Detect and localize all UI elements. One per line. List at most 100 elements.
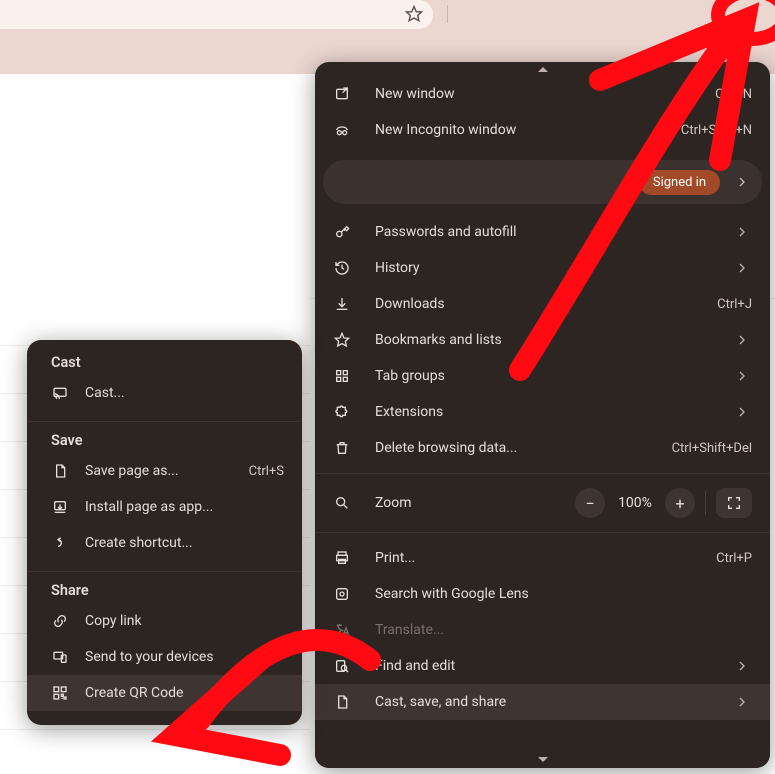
star-icon <box>331 329 353 351</box>
menu-passwords-label: Passwords and autofill <box>375 224 734 240</box>
chrome-main-menu: New window Ctrl+N New Incognito window C… <box>315 62 770 768</box>
key-icon <box>331 221 353 243</box>
submenu-save-page[interactable]: Save page as... Ctrl+S <box>27 453 302 489</box>
menu-print[interactable]: Print... Ctrl+P <box>315 540 770 576</box>
menu-delete-browsing-data[interactable]: Delete browsing data... Ctrl+Shift+Del <box>315 430 770 466</box>
zoom-value: 100% <box>611 495 659 511</box>
submenu-cast-label: Cast... <box>85 385 284 401</box>
menu-separator <box>27 571 302 572</box>
cast-save-share-submenu: Cast Cast... Save Save page as... Ctrl+S… <box>27 340 302 725</box>
menu-print-shortcut: Ctrl+P <box>716 551 752 566</box>
chrome-menu-button[interactable] <box>733 0 765 30</box>
menu-tab-groups[interactable]: Tab groups <box>315 358 770 394</box>
menu-new-incognito-shortcut: Ctrl+Shift+N <box>681 123 752 138</box>
submenu-send-to-devices[interactable]: Send to your devices <box>27 639 302 675</box>
menu-find-edit[interactable]: Find and edit <box>315 648 770 684</box>
toolbar-divider <box>447 5 448 23</box>
submenu-create-qr-code[interactable]: Create QR Code <box>27 675 302 711</box>
lens-icon <box>331 583 353 605</box>
menu-tab-groups-label: Tab groups <box>375 368 734 384</box>
menu-new-window[interactable]: New window Ctrl+N <box>315 76 770 112</box>
new-window-icon <box>331 83 353 105</box>
menu-zoom-row: Zoom − 100% + <box>315 481 770 525</box>
zoom-divider <box>705 491 706 515</box>
submenu-qr-code-label: Create QR Code <box>85 685 284 701</box>
submenu-create-shortcut[interactable]: Create shortcut... <box>27 525 302 561</box>
menu-scroll-down[interactable] <box>315 750 770 768</box>
menu-history-label: History <box>375 260 734 276</box>
menu-translate-label: Translate... <box>375 622 752 638</box>
grid-icon <box>331 365 353 387</box>
menu-lens-label: Search with Google Lens <box>375 586 752 602</box>
submenu-send-to-devices-label: Send to your devices <box>85 649 284 665</box>
chevron-right-icon <box>734 368 752 384</box>
signed-in-chip: Signed in <box>639 170 720 195</box>
menu-zoom-label: Zoom <box>375 495 575 511</box>
menu-cast-save-share[interactable]: Cast, save, and share <box>315 684 770 720</box>
menu-downloads[interactable]: Downloads Ctrl+J <box>315 286 770 322</box>
submenu-cast[interactable]: Cast... <box>27 375 302 411</box>
menu-extensions[interactable]: Extensions <box>315 394 770 430</box>
zoom-out-button[interactable]: − <box>575 488 605 518</box>
bookmark-star-icon[interactable] <box>405 5 423 23</box>
submenu-copy-link[interactable]: Copy link <box>27 603 302 639</box>
trash-icon <box>331 437 353 459</box>
chevron-right-icon <box>734 404 752 420</box>
translate-icon <box>331 619 353 641</box>
menu-scroll-up[interactable] <box>315 62 770 76</box>
fullscreen-button[interactable] <box>716 488 752 518</box>
menu-extensions-label: Extensions <box>375 404 734 420</box>
submenu-save-page-shortcut: Ctrl+S <box>249 464 284 479</box>
section-save: Save <box>27 432 302 453</box>
chevron-right-icon <box>734 260 752 276</box>
menu-history[interactable]: History <box>315 250 770 286</box>
incognito-icon <box>331 119 353 141</box>
menu-translate: Translate... <box>315 612 770 648</box>
file-share-icon <box>331 691 353 713</box>
puzzle-icon <box>331 401 353 423</box>
print-icon <box>331 547 353 569</box>
submenu-create-shortcut-label: Create shortcut... <box>85 535 284 551</box>
menu-passwords[interactable]: Passwords and autofill <box>315 214 770 250</box>
menu-new-window-shortcut: Ctrl+N <box>715 87 752 102</box>
menu-print-label: Print... <box>375 550 716 566</box>
menu-new-incognito-label: New Incognito window <box>375 122 681 138</box>
file-icon <box>49 460 71 482</box>
submenu-save-page-label: Save page as... <box>85 463 249 479</box>
menu-downloads-label: Downloads <box>375 296 717 312</box>
menu-new-window-label: New window <box>375 86 715 102</box>
menu-delete-browsing-shortcut: Ctrl+Shift+Del <box>672 441 752 456</box>
section-share: Share <box>27 582 302 603</box>
submenu-install-app[interactable]: Install page as app... <box>27 489 302 525</box>
chevron-right-icon <box>734 694 752 710</box>
section-cast: Cast <box>27 354 302 375</box>
zoom-in-button[interactable]: + <box>665 488 695 518</box>
menu-signed-in-row[interactable]: Signed in <box>323 160 762 204</box>
menu-separator <box>315 473 770 474</box>
menu-new-incognito[interactable]: New Incognito window Ctrl+Shift+N <box>315 112 770 148</box>
menu-google-lens[interactable]: Search with Google Lens <box>315 576 770 612</box>
download-icon <box>331 293 353 315</box>
chevron-right-icon <box>734 174 752 190</box>
menu-downloads-shortcut: Ctrl+J <box>717 297 752 312</box>
menu-bookmarks[interactable]: Bookmarks and lists <box>315 322 770 358</box>
cast-icon <box>49 382 71 404</box>
menu-bookmarks-label: Bookmarks and lists <box>375 332 734 348</box>
menu-delete-browsing-label: Delete browsing data... <box>375 440 672 456</box>
omnibox[interactable] <box>0 0 433 29</box>
chevron-right-icon <box>734 332 752 348</box>
menu-cast-save-share-label: Cast, save, and share <box>375 694 734 710</box>
qr-code-icon <box>49 682 71 704</box>
submenu-copy-link-label: Copy link <box>85 613 284 629</box>
menu-find-edit-label: Find and edit <box>375 658 734 674</box>
link-icon <box>49 610 71 632</box>
shortcut-icon <box>49 532 71 554</box>
install-icon <box>49 496 71 518</box>
menu-separator <box>27 421 302 422</box>
magnifier-icon <box>331 492 353 514</box>
chevron-right-icon <box>734 658 752 674</box>
chevron-right-icon <box>734 224 752 240</box>
menu-separator <box>315 532 770 533</box>
chevron-down-icon <box>538 757 548 762</box>
submenu-install-app-label: Install page as app... <box>85 499 284 515</box>
